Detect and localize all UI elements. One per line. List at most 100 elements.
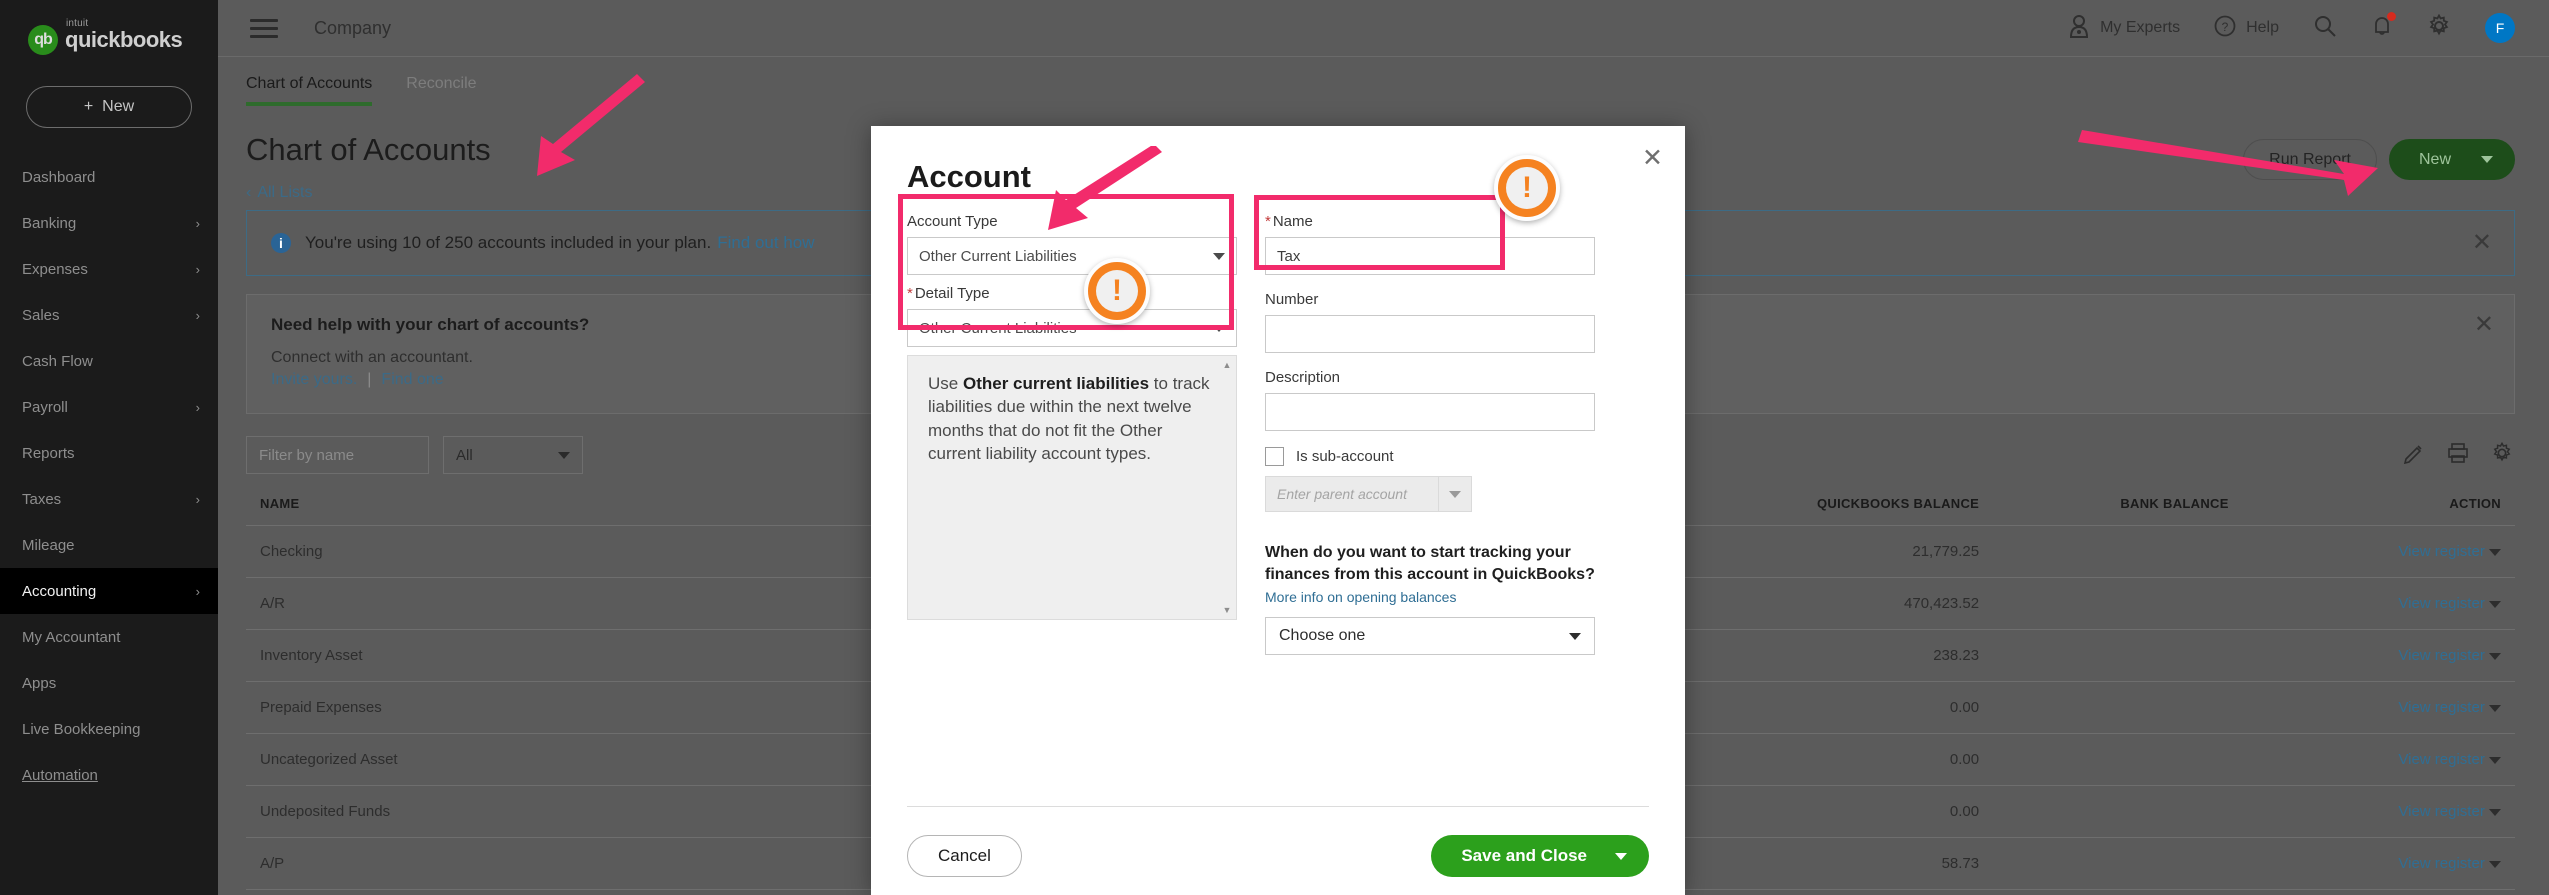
required-asterisk: *: [907, 285, 913, 302]
view-register-link[interactable]: View register: [2398, 647, 2484, 664]
account-type-field: Account Type Other Current Liabilities: [907, 213, 1237, 275]
opening-balance-info-link[interactable]: More info on opening balances: [1265, 589, 1456, 605]
run-report-button[interactable]: Run Report: [2243, 139, 2377, 180]
sidebar-item-cash-flow[interactable]: Cash Flow: [0, 338, 218, 384]
top-bar-actions: My Experts ? Help F: [2068, 11, 2549, 43]
sidebar-item-automation[interactable]: Automation: [0, 752, 218, 798]
account-modal: ✕ Account Account Type Other Current Lia…: [871, 126, 1685, 895]
my-experts-button[interactable]: My Experts: [2068, 14, 2180, 43]
chevron-down-icon: [558, 451, 570, 459]
account-type-select[interactable]: Other Current Liabilities: [907, 237, 1237, 275]
filter-by-name-input[interactable]: Filter by name: [246, 436, 429, 474]
name-input[interactable]: Tax: [1265, 237, 1595, 275]
new-account-label: New: [2418, 150, 2451, 168]
name-field: * Name Tax: [1265, 213, 1595, 275]
save-and-close-button[interactable]: Save and Close: [1431, 835, 1649, 877]
modal-footer: Cancel Save and Close: [907, 806, 1649, 877]
description-input[interactable]: [1265, 393, 1595, 431]
cell-action[interactable]: View register: [2242, 733, 2515, 786]
sidebar-item-label: Mileage: [22, 536, 75, 554]
tab-chart-of-accounts[interactable]: Chart of Accounts: [246, 75, 373, 106]
banner-close-icon[interactable]: ✕: [2472, 231, 2492, 255]
detail-type-select[interactable]: Other Current Liabilities: [907, 309, 1237, 347]
cell-bank-balance: [1993, 525, 2243, 578]
cell-action[interactable]: View register: [2242, 837, 2515, 890]
sidebar-item-label: Expenses: [22, 260, 88, 278]
sidebar-item-payroll[interactable]: Payroll ›: [0, 384, 218, 430]
settings-button[interactable]: [2427, 13, 2451, 43]
sidebar-item-dashboard[interactable]: Dashboard: [0, 154, 218, 200]
account-type-filter-select[interactable]: All: [443, 436, 583, 474]
pencil-icon[interactable]: [2403, 442, 2425, 469]
opening-balance-question: When do you want to start tracking your …: [1265, 544, 1595, 583]
search-button[interactable]: [2313, 14, 2337, 43]
chevron-down-icon[interactable]: [1438, 476, 1472, 512]
sidebar-item-expenses[interactable]: Expenses ›: [0, 246, 218, 292]
sidebar-item-label: Cash Flow: [22, 352, 93, 370]
hamburger-menu-icon[interactable]: [250, 14, 278, 43]
chevron-down-icon[interactable]: [2489, 549, 2501, 556]
notifications-button[interactable]: [2371, 11, 2396, 43]
plus-icon: +: [83, 98, 94, 115]
find-one-link[interactable]: Find one: [381, 371, 443, 389]
sidebar-item-sales[interactable]: Sales ›: [0, 292, 218, 338]
sidebar-item-reports[interactable]: Reports: [0, 430, 218, 476]
chevron-down-icon[interactable]: [2489, 809, 2501, 816]
help-card-close-icon[interactable]: ✕: [2474, 313, 2494, 337]
cell-action[interactable]: View register: [2242, 785, 2515, 838]
view-register-link[interactable]: View register: [2398, 855, 2484, 872]
new-account-button[interactable]: New: [2388, 139, 2515, 180]
column-header-bank-balance[interactable]: BANK BALANCE: [1993, 486, 2243, 526]
parent-account-select[interactable]: Enter parent account: [1265, 476, 1472, 512]
chevron-down-icon[interactable]: [2489, 757, 2501, 764]
parent-account-input[interactable]: Enter parent account: [1265, 476, 1438, 512]
view-register-link[interactable]: View register: [2398, 543, 2484, 560]
chevron-down-icon[interactable]: [2489, 861, 2501, 868]
is-subaccount-checkbox[interactable]: [1265, 447, 1284, 466]
save-and-close-label: Save and Close: [1461, 846, 1587, 865]
sidebar-item-my-accountant[interactable]: My Accountant: [0, 614, 218, 660]
sidebar-item-apps[interactable]: Apps: [0, 660, 218, 706]
sidebar-item-live-bookkeeping[interactable]: Live Bookkeeping: [0, 706, 218, 752]
annotation-badge-detail-type: !: [1084, 258, 1150, 324]
cell-action[interactable]: View register: [2242, 629, 2515, 682]
name-label: * Name: [1265, 213, 1313, 230]
sidebar-item-label: Dashboard: [22, 168, 96, 186]
table-settings-gear-icon[interactable]: [2491, 441, 2513, 469]
chevron-down-icon[interactable]: [1615, 852, 1627, 860]
find-out-how-link[interactable]: Find out how: [717, 233, 814, 253]
sidebar-item-mileage[interactable]: Mileage: [0, 522, 218, 568]
invite-yours-link[interactable]: Invite yours.: [271, 371, 357, 389]
chevron-down-icon: [1213, 324, 1225, 332]
sidebar-item-taxes[interactable]: Taxes ›: [0, 476, 218, 522]
view-register-link[interactable]: View register: [2398, 803, 2484, 820]
sidebar-item-banking[interactable]: Banking ›: [0, 200, 218, 246]
avatar[interactable]: F: [2485, 13, 2515, 43]
cell-bank-balance: [1993, 837, 2243, 890]
cell-action[interactable]: View register: [2242, 681, 2515, 734]
scroll-down-icon[interactable]: ▼: [1222, 605, 1232, 615]
scroll-up-icon[interactable]: ▲: [1222, 360, 1232, 370]
opening-balance-select[interactable]: Choose one: [1265, 617, 1595, 656]
chevron-down-icon[interactable]: [2489, 601, 2501, 608]
chevron-down-icon[interactable]: [2489, 705, 2501, 712]
sidebar-item-label: Banking: [22, 214, 77, 232]
page-header-actions: Run Report New: [2243, 132, 2515, 180]
view-register-link[interactable]: View register: [2398, 595, 2484, 612]
sidebar-item-accounting[interactable]: Accounting ›: [0, 568, 218, 614]
sidebar-new-button[interactable]: + New: [26, 86, 192, 128]
modal-close-icon[interactable]: ✕: [1642, 146, 1663, 171]
help-button[interactable]: ? Help: [2214, 15, 2279, 42]
view-register-link[interactable]: View register: [2398, 751, 2484, 768]
chevron-down-icon[interactable]: [2489, 653, 2501, 660]
printer-icon[interactable]: [2447, 442, 2469, 469]
number-input[interactable]: [1265, 315, 1595, 353]
cell-action[interactable]: View register: [2242, 577, 2515, 630]
cell-action[interactable]: View register: [2242, 525, 2515, 578]
company-name: Company: [314, 17, 392, 38]
annotation-badge-name: !: [1494, 155, 1560, 221]
quickbooks-logo: qb intuit quickbooks: [0, 0, 218, 58]
view-register-link[interactable]: View register: [2398, 699, 2484, 716]
cancel-button[interactable]: Cancel: [907, 835, 1022, 877]
tab-reconcile[interactable]: Reconcile: [406, 75, 476, 106]
